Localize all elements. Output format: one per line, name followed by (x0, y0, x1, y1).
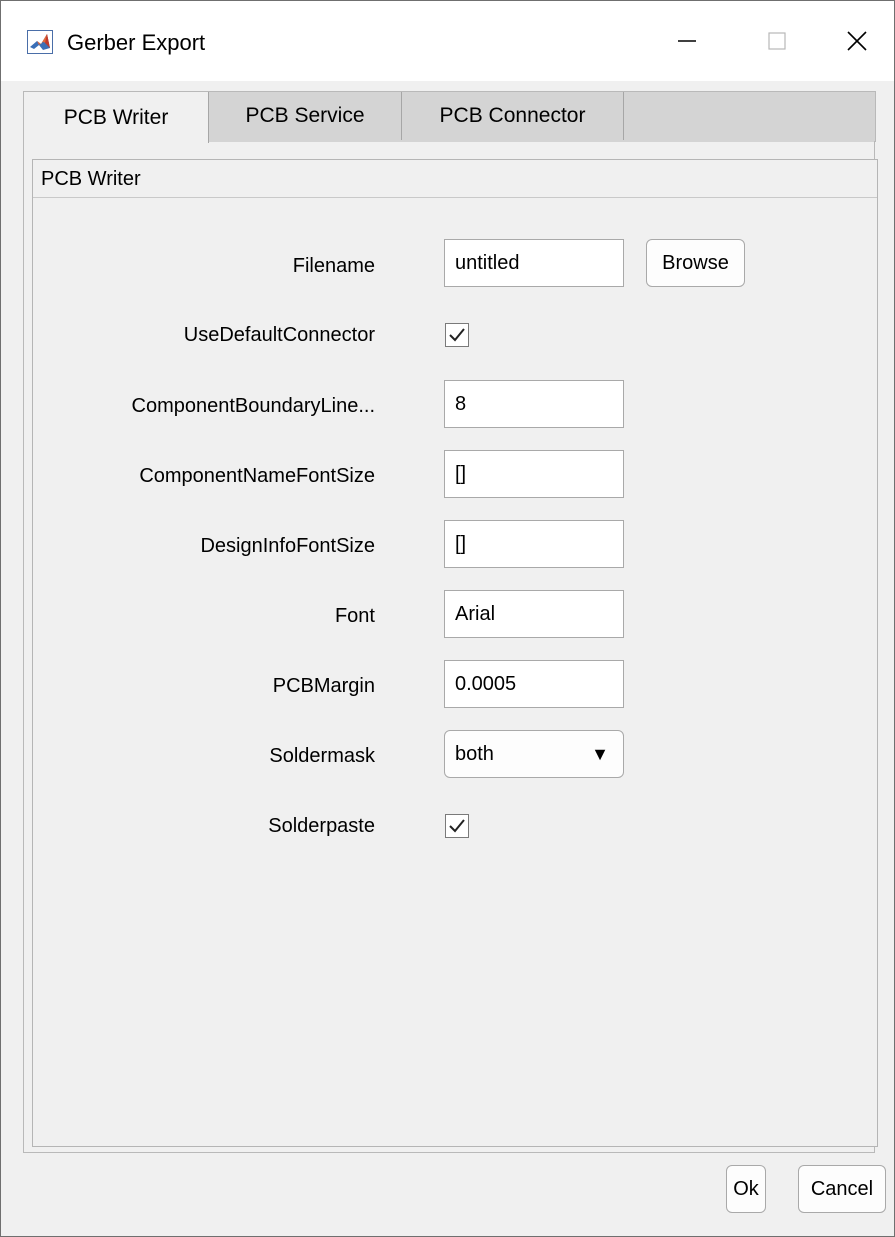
panel-title: PCB Writer (33, 160, 877, 198)
tab-pcb-writer[interactable]: PCB Writer (23, 92, 209, 143)
dropdown-arrow-icon: ▼ (591, 744, 609, 764)
solderpaste-label: Solderpaste (268, 815, 375, 837)
close-button[interactable] (827, 15, 887, 67)
component-name-font-size-label: ComponentNameFontSize (139, 465, 375, 487)
design-info-font-size-label: DesignInfoFontSize (200, 535, 375, 557)
maximize-icon (768, 32, 786, 50)
font-label: Font (334, 605, 375, 627)
use-default-connector-label: UseDefaultConnector (183, 324, 375, 346)
minimize-icon (678, 40, 696, 42)
soldermask-label: Soldermask (269, 745, 375, 767)
pcb-margin-label: PCBMargin (272, 675, 375, 697)
check-icon (449, 819, 465, 833)
pcb-writer-panel: PCB Writer (32, 159, 878, 1147)
design-info-font-size-field[interactable]: [] (444, 520, 624, 568)
maximize-button[interactable] (747, 15, 807, 67)
tab-panel: PCB Writer (23, 141, 878, 1153)
minimize-button[interactable] (657, 15, 717, 67)
font-field[interactable]: Arial (444, 590, 624, 638)
check-icon (449, 328, 465, 342)
soldermask-value: both (455, 743, 494, 765)
tab-label: PCB Connector (439, 104, 586, 127)
browse-button[interactable]: Browse (646, 239, 745, 287)
matlab-logo-icon (27, 30, 53, 54)
component-boundary-field[interactable]: 8 (444, 380, 624, 428)
filename-field[interactable]: untitled (444, 239, 624, 287)
tab-pcb-connector[interactable]: PCB Connector (402, 92, 624, 140)
solderpaste-checkbox[interactable] (445, 814, 469, 838)
close-icon (847, 31, 867, 51)
cancel-button[interactable]: Cancel (798, 1165, 886, 1213)
ok-button[interactable]: Ok (726, 1165, 766, 1213)
tab-label: PCB Writer (63, 105, 169, 129)
component-name-font-size-field[interactable]: [] (444, 450, 624, 498)
title-bar[interactable]: Gerber Export (1, 1, 894, 81)
soldermask-dropdown[interactable]: both ▼ (444, 730, 624, 778)
tab-label: PCB Service (245, 104, 365, 127)
pcb-margin-field[interactable]: 0.0005 (444, 660, 624, 708)
gerber-export-dialog: Gerber Export PCB Writer PCB Service PCB… (0, 0, 895, 1237)
filename-label: Filename (292, 255, 375, 277)
tab-pcb-service[interactable]: PCB Service (209, 92, 402, 140)
tab-strip: PCB Writer PCB Service PCB Connector (23, 91, 876, 143)
use-default-connector-checkbox[interactable] (445, 323, 469, 347)
window-title: Gerber Export (67, 30, 206, 55)
component-boundary-label: ComponentBoundaryLine... (131, 395, 376, 417)
